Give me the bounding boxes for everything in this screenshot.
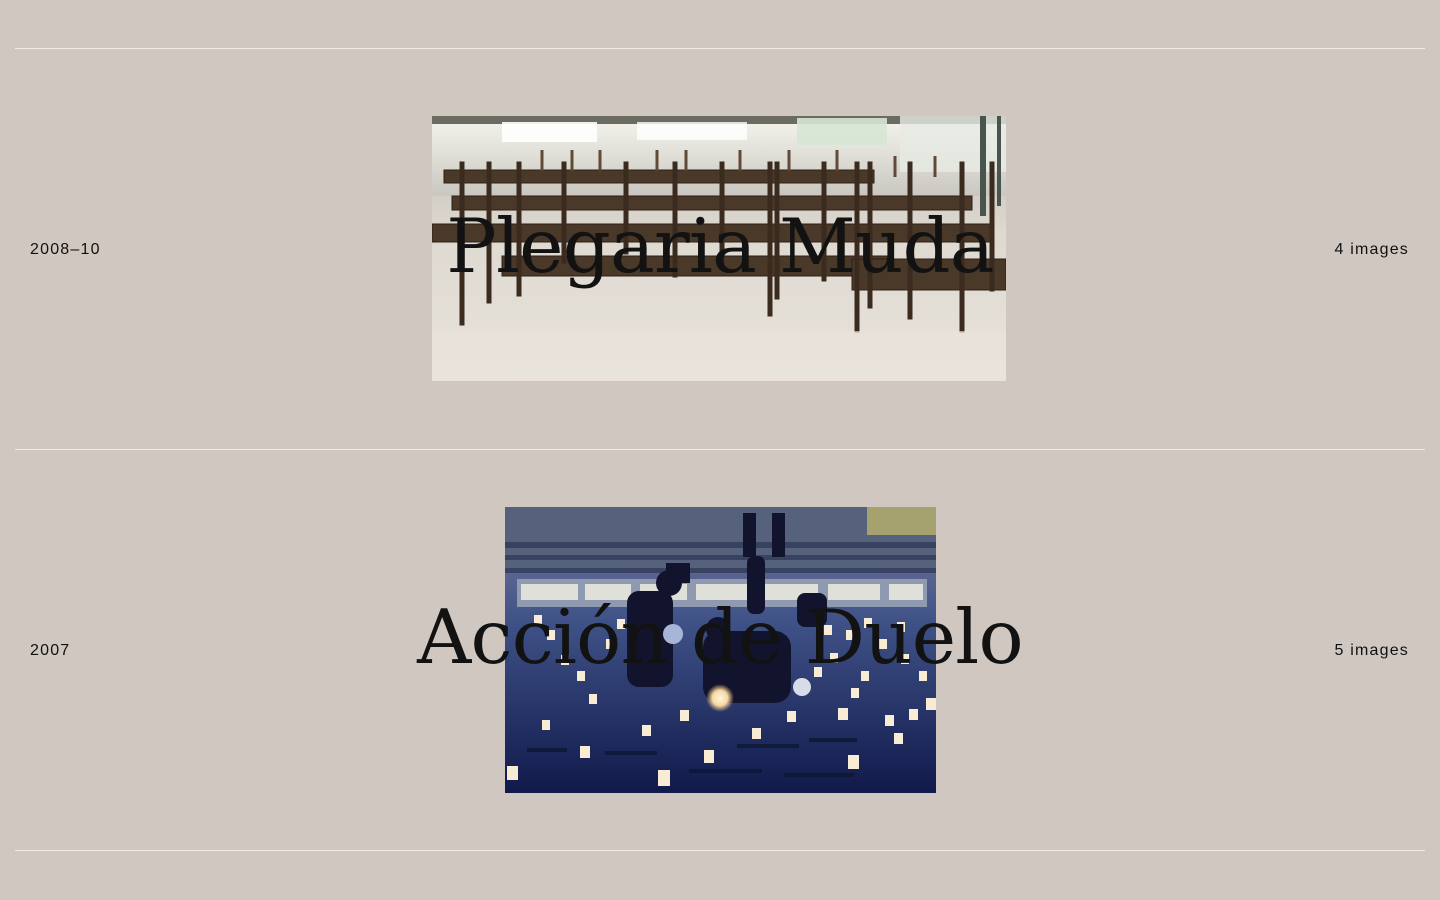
image-count: 4 images (1334, 240, 1409, 258)
bottom-divider (15, 850, 1425, 851)
project-index-page: 2008–10 Plegaria Muda 4 images 2007 Acci… (0, 0, 1440, 900)
project-row-accion-de-duelo[interactable]: 2007 Acción de Duelo 5 images (0, 450, 1440, 851)
image-count: 5 images (1334, 641, 1409, 659)
project-row-plegaria-muda[interactable]: 2008–10 Plegaria Muda 4 images (0, 49, 1440, 450)
project-title[interactable]: Plegaria Muda (0, 209, 1440, 284)
project-title[interactable]: Acción de Duelo (0, 600, 1440, 675)
